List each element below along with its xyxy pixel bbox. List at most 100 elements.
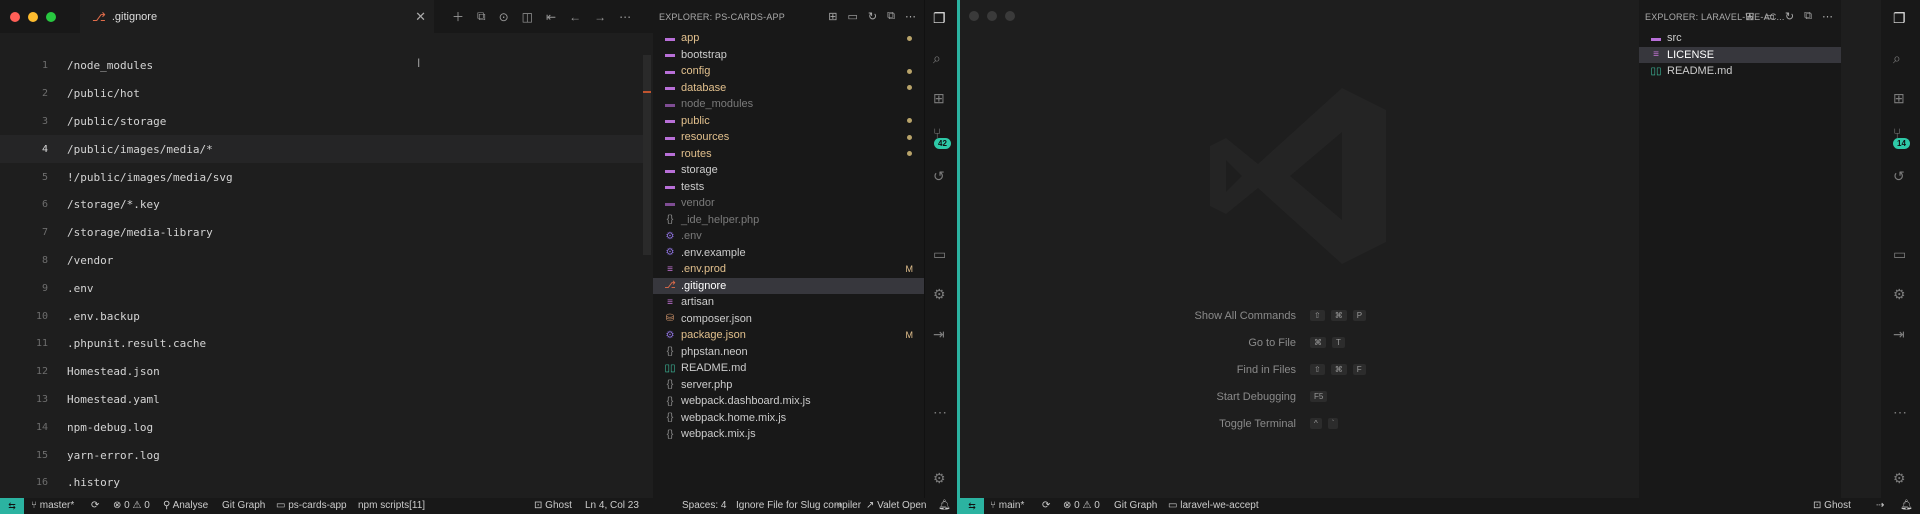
file-tree-item[interactable]: ▬ tests	[653, 179, 924, 196]
file-tree-item[interactable]: ▬ storage	[653, 162, 924, 179]
cursor-position-status[interactable]: Ln 4, Col 23	[585, 500, 639, 511]
file-tree-item[interactable]: ▯▯ README.md	[1639, 63, 1841, 80]
extensions-icon[interactable]: ⊞	[1893, 90, 1905, 107]
file-tree-item[interactable]: ▬ app	[653, 30, 924, 47]
settings-gear-icon[interactable]: ⚙	[1893, 470, 1906, 487]
search-icon[interactable]: ⌕	[933, 50, 941, 67]
navigate-forward-icon[interactable]: →	[594, 10, 606, 24]
code-line[interactable]: 14 npm-debug.log	[0, 413, 645, 441]
new-file-icon[interactable]: ⊞	[828, 10, 837, 23]
indentation-status[interactable]: Spaces: 4	[682, 500, 726, 511]
more-actions-icon[interactable]: ⋯	[1822, 10, 1833, 23]
analyse-status[interactable]: ⚲ Analyse	[163, 500, 208, 511]
file-tree-item[interactable]: ▬ src	[1639, 30, 1841, 47]
search-icon[interactable]: ⌕	[1893, 50, 1901, 67]
refresh-icon[interactable]: ↻	[868, 10, 877, 23]
notifications-bell-icon[interactable]: 🔔︎	[938, 500, 951, 511]
file-tree-item[interactable]: ▬ public	[653, 113, 924, 130]
live-share-icon[interactable]: ⇢	[834, 500, 842, 511]
collapse-all-icon[interactable]: ⧉	[887, 10, 895, 23]
workspace-folder-status[interactable]: ▭ ps-cards-app	[276, 500, 347, 511]
extensions-icon[interactable]: ⊞	[933, 90, 945, 107]
code-line[interactable]: 5 !/public/images/media/svg	[0, 163, 645, 191]
sync-icon[interactable]: ⟳	[91, 500, 99, 511]
file-tree-item[interactable]: ▯▯ README.md	[653, 360, 924, 377]
remote-indicator-icon[interactable]: ⇆	[960, 498, 984, 514]
branch-status[interactable]: ⑂ main*	[990, 500, 1024, 511]
branch-status[interactable]: ⑂ master*	[31, 500, 74, 511]
shortcut-row[interactable]: Start Debugging F5	[1110, 383, 1470, 410]
sync-icon[interactable]: ⟳	[1042, 500, 1050, 511]
minimize-window-button[interactable]	[28, 11, 38, 22]
new-file-icon[interactable]: ⊞	[1745, 10, 1754, 23]
timeline-icon[interactable]: ⇤	[546, 10, 556, 24]
problems-status[interactable]: ⊗ 0 ⚠ 0	[1063, 500, 1100, 511]
more-actions-icon[interactable]: ⋯	[905, 10, 916, 23]
close-window-button[interactable]	[10, 11, 20, 22]
close-window-button[interactable]	[969, 11, 979, 21]
run-icon[interactable]: ⇥	[933, 326, 945, 343]
file-tree-item[interactable]: ▬ config	[653, 63, 924, 80]
close-tab-icon[interactable]: ✕	[415, 9, 426, 25]
file-tree-item[interactable]: ⚙ .env	[653, 228, 924, 245]
shortcut-row[interactable]: Find in Files ⇧ ⌘ F	[1110, 356, 1470, 383]
timeline-icon[interactable]: ↺	[1893, 168, 1905, 185]
file-tree-item[interactable]: {} server.php	[653, 377, 924, 394]
file-tree-item[interactable]: ⎇ .gitignore	[653, 277, 924, 294]
compare-icon[interactable]: ⧉	[477, 9, 486, 24]
ghost-status[interactable]: ⊡ Ghost	[534, 500, 572, 511]
shortcut-row[interactable]: Go to File ⌘ T	[1110, 329, 1470, 356]
file-tree-item[interactable]: ▬ vendor	[653, 195, 924, 212]
problems-status[interactable]: ⊗ 0 ⚠ 0	[113, 500, 150, 511]
maximize-window-button[interactable]	[1005, 11, 1015, 21]
code-line[interactable]: 10 .env.backup	[0, 302, 645, 330]
code-line[interactable]: 9 .env	[0, 274, 645, 302]
file-tree-item[interactable]: ⛁ composer.json	[653, 311, 924, 328]
valet-status[interactable]: ↗ Valet Open	[866, 500, 926, 511]
timeline-icon[interactable]: ↺	[933, 168, 945, 185]
file-tree-item[interactable]: ▬ node_modules	[653, 96, 924, 113]
file-tree-item[interactable]: {} phpstan.neon	[653, 344, 924, 361]
code-line[interactable]: 2/public/hot	[0, 80, 645, 108]
shortcut-row[interactable]: Show All Commands ⇧ ⌘ P	[1110, 302, 1470, 329]
ghost-status[interactable]: ⊡ Ghost	[1813, 500, 1851, 511]
code-line[interactable]: 6/storage/*.key	[0, 191, 645, 219]
explorer-icon[interactable]: ❐	[933, 10, 946, 27]
code-line[interactable]: 8/vendor	[0, 247, 645, 275]
file-tree-item[interactable]: ▬ resources	[653, 129, 924, 146]
file-tree-item[interactable]: ▬ routes	[653, 146, 924, 163]
remote-explorer-icon[interactable]: ▭	[1893, 246, 1906, 263]
refresh-icon[interactable]: ↻	[1785, 10, 1794, 23]
notifications-bell-icon[interactable]: 🔔︎	[1900, 500, 1913, 511]
file-tree-item[interactable]: ≡ .env.prod M	[653, 261, 924, 278]
file-tree-item[interactable]: ≡ artisan	[653, 294, 924, 311]
more-actions-icon[interactable]: ⋯	[619, 10, 631, 24]
remote-indicator-icon[interactable]: ⇆	[0, 498, 24, 514]
split-editor-icon[interactable]: ◫	[522, 10, 533, 24]
workspace-folder-status[interactable]: ▭ laravel-we-accept	[1168, 500, 1259, 511]
live-share-icon[interactable]: ⇢	[1876, 500, 1884, 511]
code-line[interactable]: 11 .phpunit.result.cache	[0, 330, 645, 358]
new-folder-icon[interactable]: ▭	[848, 10, 858, 23]
collapse-all-icon[interactable]: ⧉	[1804, 10, 1812, 23]
explorer-icon[interactable]: ❐	[1893, 10, 1906, 27]
code-line[interactable]: 13 Homestead.yaml	[0, 386, 645, 414]
code-line[interactable]: 7/storage/media-library	[0, 219, 645, 247]
tab-gitignore[interactable]: ⎇ .gitignore ✕	[80, 0, 434, 33]
code-editor[interactable]: 1/node_modules 2/public/hot 3/public/stora…	[0, 52, 645, 498]
git-graph-icon[interactable]: ⚙	[1893, 286, 1906, 303]
new-folder-icon[interactable]: ▭	[1765, 10, 1775, 23]
file-tree-item[interactable]: {} webpack.mix.js	[653, 426, 924, 443]
minimize-window-button[interactable]	[987, 11, 997, 21]
maximize-window-button[interactable]	[46, 11, 56, 22]
code-line[interactable]: 3/public/storage	[0, 108, 645, 136]
navigate-back-icon[interactable]: ←	[569, 10, 581, 24]
file-tree-item[interactable]: ▬ database	[653, 80, 924, 97]
file-tree-item[interactable]: ⚙ package.json M	[653, 327, 924, 344]
git-graph-status[interactable]: Git Graph	[1114, 500, 1157, 511]
git-graph-status[interactable]: Git Graph	[222, 500, 265, 511]
remote-explorer-icon[interactable]: ▭	[933, 246, 946, 263]
more-icon[interactable]: ⋯	[1893, 404, 1907, 421]
code-line[interactable]: 12 Homestead.json	[0, 358, 645, 386]
code-line[interactable]: 16 .history	[0, 469, 645, 497]
